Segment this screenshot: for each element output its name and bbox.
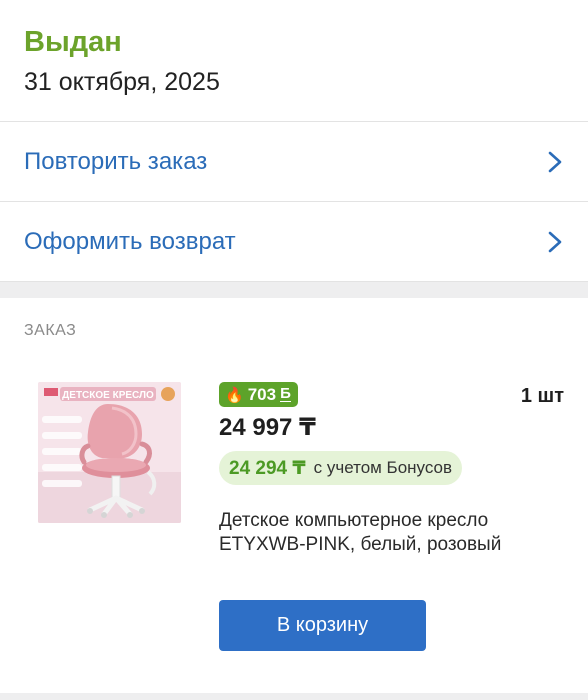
order-status-card: Выдан 31 октября, 2025 bbox=[0, 0, 588, 122]
return-order-button[interactable]: Оформить возврат bbox=[0, 202, 588, 282]
chevron-right-icon bbox=[548, 231, 562, 252]
bonus-points-value: 703 bbox=[247, 384, 277, 404]
product-image-title: ДЕТСКОЕ КРЕСЛО bbox=[62, 390, 154, 401]
product-price: 24 997 ₸ bbox=[219, 414, 316, 441]
order-status-title: Выдан bbox=[24, 26, 122, 58]
bonus-price-pill: 24 294 ₸ с учетом Бонусов bbox=[219, 451, 463, 485]
order-status-date: 31 октября, 2025 bbox=[24, 68, 220, 96]
bonus-points-badge: 🔥 703 Б bbox=[219, 382, 298, 407]
bonus-symbol: Б bbox=[280, 385, 291, 402]
product-quantity: 1 шт bbox=[520, 385, 564, 407]
product-image[interactable]: ДЕТСКОЕ КРЕСЛО bbox=[38, 382, 181, 523]
order-section-title: ЗАКАЗ bbox=[24, 322, 77, 339]
bonus-price-amount: 24 294 ₸ bbox=[229, 457, 306, 479]
chevron-right-icon bbox=[548, 151, 562, 172]
bonus-price-suffix: с учетом Бонусов bbox=[313, 458, 453, 477]
return-order-label: Оформить возврат bbox=[24, 227, 236, 255]
add-to-cart-button[interactable]: В корзину bbox=[219, 600, 426, 651]
order-card: ЗАКАЗ ДЕТСКОЕ КРЕСЛО 🔥 703 Б 1 шт 24 997… bbox=[0, 298, 588, 693]
repeat-order-button[interactable]: Повторить заказ bbox=[0, 122, 588, 202]
repeat-order-label: Повторить заказ bbox=[24, 147, 208, 175]
product-chair-picture: ДЕТСКОЕ КРЕСЛО bbox=[38, 382, 181, 523]
fire-icon: 🔥 bbox=[225, 386, 244, 404]
product-name[interactable]: Детское компьютерное кресло ETYXWB-PINK,… bbox=[219, 509, 539, 557]
section-gap bbox=[0, 282, 588, 298]
